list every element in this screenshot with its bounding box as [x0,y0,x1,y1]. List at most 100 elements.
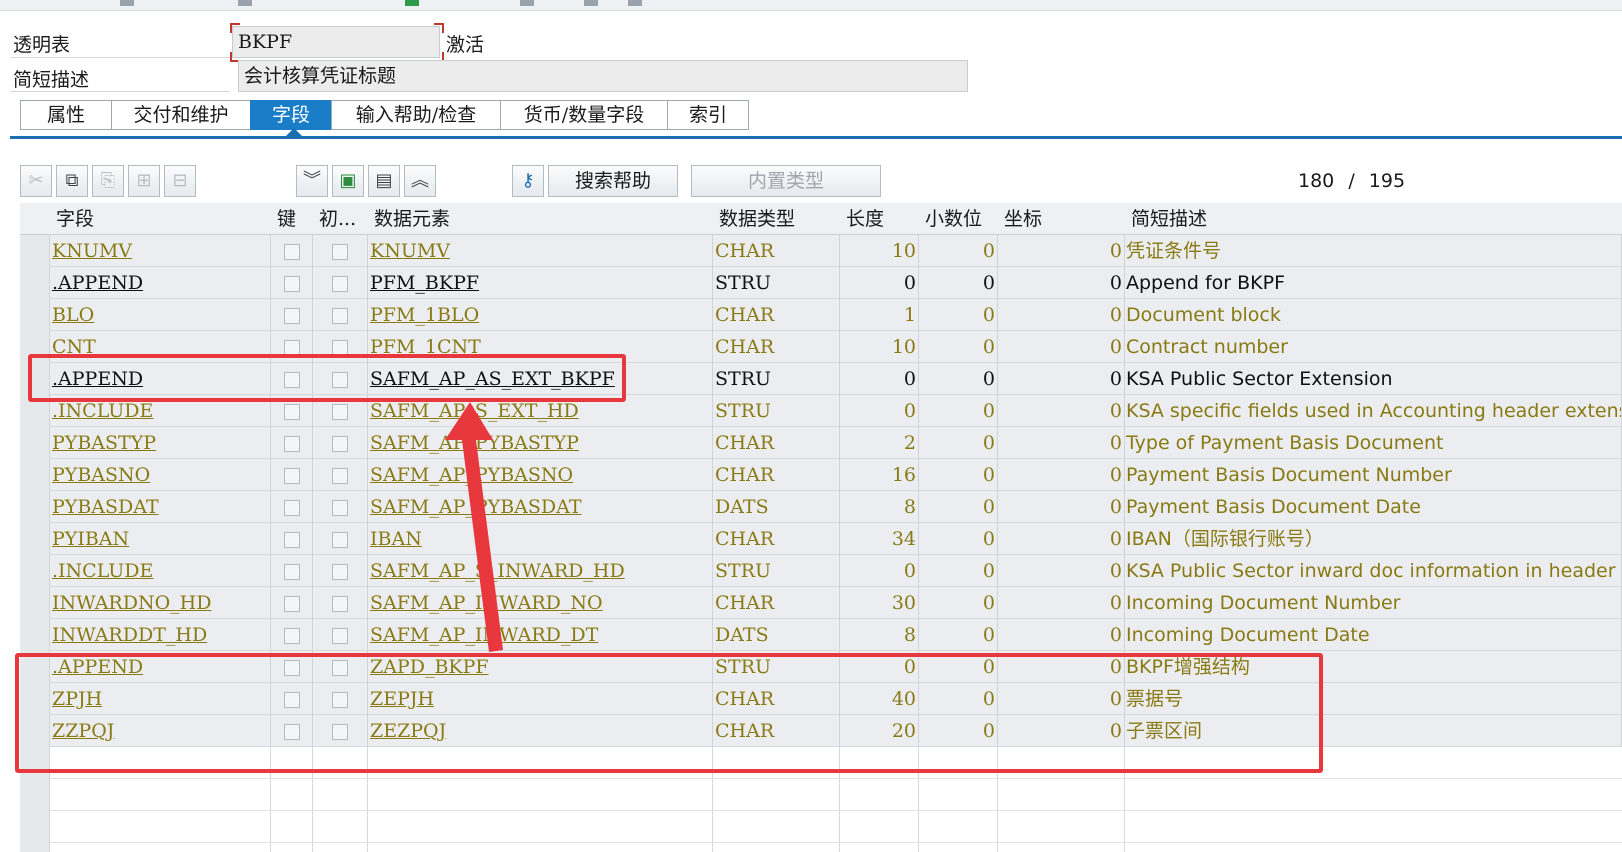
table-row[interactable]: INWARDNO_HD SAFM_AP_INWARD_NO CHAR 30 0 0 Inco… [20,587,1622,619]
field-name-link[interactable]: PYBASTYP [50,427,271,459]
key-checkbox[interactable] [271,491,313,523]
short-desc-field[interactable]: 会计核算凭证标题 [238,60,968,92]
checkbox[interactable] [283,532,300,548]
tab-fields[interactable]: 字段 [250,100,331,130]
initial-checkbox[interactable] [313,459,368,491]
collapse-up-icon[interactable]: ︽ [404,165,436,197]
column-header-field[interactable]: 字段 [50,203,271,235]
table-row[interactable]: PYBASNO SAFM_AP_PYBASNO CHAR 16 0 0 Payment Ba… [20,459,1622,491]
field-name-link[interactable]: .INCLUDE [50,555,271,587]
key-checkbox[interactable] [271,427,313,459]
table-row[interactable]: INWARDDT_HD SAFM_AP_INWARD_DT DATS 8 0 0 Incom… [20,619,1622,651]
field-name-link[interactable]: .APPEND [50,267,271,299]
table-row[interactable]: PYBASTYP SAFM_AP_PYBASTYP CHAR 2 0 0 Type of P… [20,427,1622,459]
key-checkbox[interactable] [271,459,313,491]
initial-checkbox[interactable] [313,427,368,459]
column-header-key[interactable]: 键 [271,203,313,235]
table-row[interactable]: KNUMV KNUMV CHAR 10 0 0 凭证条件号 [20,235,1622,267]
column-header-initial[interactable]: 初... [313,203,368,235]
insert-row-icon[interactable]: ⊞ [128,165,160,197]
initial-checkbox[interactable] [313,555,368,587]
checkbox[interactable] [332,500,348,516]
initial-checkbox[interactable] [313,299,368,331]
checkbox[interactable] [283,468,300,484]
initial-checkbox[interactable] [313,619,368,651]
key-checkbox[interactable] [271,523,313,555]
column-header-length[interactable]: 长度 [840,203,919,235]
key-checkbox[interactable] [271,235,313,267]
column-header-coordinate[interactable]: 坐标 [998,203,1125,235]
initial-checkbox[interactable] [313,587,368,619]
key-help-icon[interactable]: ⚷ [512,165,544,197]
tab-delivery-maintenance[interactable]: 交付和维护 [111,100,250,130]
copy-icon[interactable]: ⧉ [56,165,88,197]
column-header-data-type[interactable]: 数据类型 [713,203,840,235]
data-element-link[interactable]: SAFM_AP_PYBASDAT [368,491,713,523]
column-header-short-desc[interactable]: 简短描述 [1125,203,1622,235]
checkbox[interactable] [332,596,348,612]
checkbox[interactable] [332,468,348,484]
column-header-data-element[interactable]: 数据元素 [368,203,713,235]
checkbox[interactable] [332,308,348,324]
key-checkbox[interactable] [271,619,313,651]
row-selector-header[interactable] [20,203,50,235]
field-name-link[interactable]: PYIBAN [50,523,271,555]
key-checkbox[interactable] [271,555,313,587]
table-name-field[interactable]: BKPF [232,26,440,58]
key-checkbox[interactable] [271,587,313,619]
delete-row-icon[interactable]: ⊟ [164,165,196,197]
initial-checkbox[interactable] [313,267,368,299]
column-header-decimals[interactable]: 小数位 [919,203,998,235]
data-element-link[interactable]: SAFM_AP_S_INWARD_HD [368,555,713,587]
data-element-link[interactable]: IBAN [368,523,713,555]
field-name-link[interactable]: INWARDDT_HD [50,619,271,651]
initial-checkbox[interactable] [313,235,368,267]
toolbar-icon[interactable] [520,0,534,6]
data-element-link[interactable]: PFM_BKPF [368,267,713,299]
table-row[interactable]: BLO PFM_1BLO CHAR 1 0 0 Document block [20,299,1622,331]
checkbox[interactable] [283,308,300,324]
detail-icon[interactable]: ▤ [368,165,400,197]
checkbox[interactable] [283,404,300,420]
field-name-link[interactable]: INWARDNO_HD [50,587,271,619]
toolbar-icon[interactable] [584,0,598,6]
expand-down-icon[interactable]: ︾ [296,165,328,197]
builtin-type-button[interactable]: 内置类型 [691,165,881,197]
checkbox[interactable] [283,244,300,260]
data-element-link[interactable]: SAFM_AP_INWARD_DT [368,619,713,651]
table-row[interactable]: .APPEND PFM_BKPF STRU 0 0 0 Append for BKPF [20,267,1622,299]
scissors-icon[interactable]: ✂ [20,165,52,197]
paste-icon[interactable]: ⎘ [92,165,124,197]
checkbox[interactable] [332,436,348,452]
insert-icon[interactable]: ▣ [332,165,364,197]
data-element-link[interactable]: SAFM_AP_PYBASTYP [368,427,713,459]
initial-checkbox[interactable] [313,491,368,523]
checkbox[interactable] [332,532,348,548]
toolbar-icon[interactable] [120,0,134,6]
tab-attributes[interactable]: 属性 [20,100,111,130]
checkbox[interactable] [332,628,348,644]
tab-indexes[interactable]: 索引 [667,100,749,130]
tab-currency-quantity-fields[interactable]: 货币/数量字段 [500,100,667,130]
checkbox[interactable] [283,276,300,292]
search-help-button[interactable]: 搜索帮助 [548,165,678,197]
checkbox[interactable] [283,436,300,452]
checkbox[interactable] [283,596,300,612]
checkbox[interactable] [283,500,300,516]
checkbox[interactable] [332,404,348,420]
toolbar-icon[interactable] [628,0,642,6]
field-name-link[interactable]: PYBASDAT [50,491,271,523]
data-element-link[interactable]: SAFM_AP_INWARD_NO [368,587,713,619]
data-element-link[interactable]: SAFM_AP_PYBASNO [368,459,713,491]
table-row[interactable]: PYIBAN IBAN CHAR 34 0 0 IBAN（国际银行账号） [20,523,1622,555]
checkbox[interactable] [283,564,300,580]
data-element-link[interactable]: PFM_1BLO [368,299,713,331]
checkbox[interactable] [332,276,348,292]
toolbar-icon[interactable] [405,0,419,6]
data-element-link[interactable]: KNUMV [368,235,713,267]
table-row[interactable]: .INCLUDE SAFM_AP_S_INWARD_HD STRU 0 0 0 KSA Pu… [20,555,1622,587]
initial-checkbox[interactable] [313,523,368,555]
checkbox[interactable] [332,564,348,580]
checkbox[interactable] [283,628,300,644]
field-name-link[interactable]: KNUMV [50,235,271,267]
